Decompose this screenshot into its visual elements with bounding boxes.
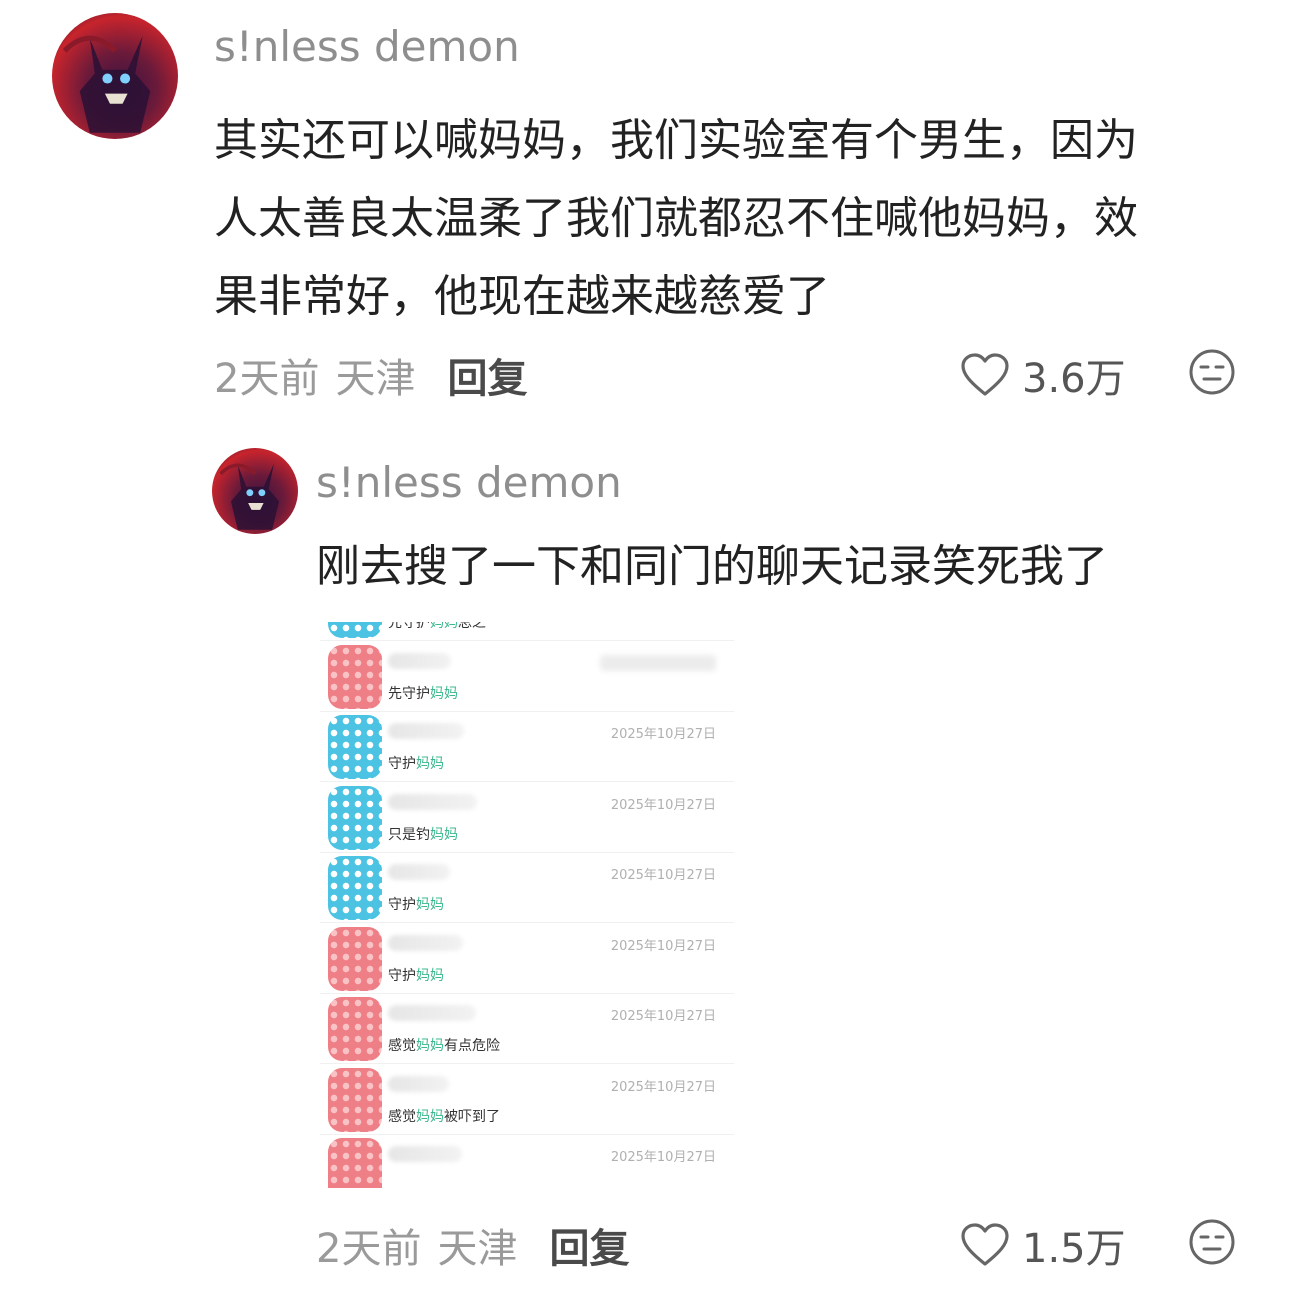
chat-message: 守护妈妈 [388, 753, 444, 773]
chat-message-keyword: 妈妈 [430, 826, 458, 843]
attached-image[interactable]: 先守护妈妈总之 先守护妈妈 守护妈妈 2025年10月27日 只是钓妈妈 2025年10月… [320, 622, 734, 1188]
chat-message: 守护妈妈 [388, 965, 444, 985]
chat-message-keyword: 妈妈 [416, 967, 444, 984]
chat-row: 守护妈妈 2025年10月27日 [320, 711, 734, 782]
comment-text-line: 其实还可以喊妈妈，我们实验室有个男生，因为 [214, 115, 1138, 166]
heart-outline-icon [961, 1223, 1009, 1266]
chat-message-text: 总之 [458, 622, 486, 631]
chat-avatar-blurred [328, 926, 382, 991]
chat-message: 先守护妈妈总之 [388, 622, 486, 632]
chat-row: 2025年10月27日 [320, 1134, 734, 1188]
like-button[interactable]: 3.6万 [960, 346, 1126, 404]
like-count: 1.5万 [1022, 1226, 1126, 1272]
chat-date: 2025年10月27日 [610, 868, 716, 883]
comment-time: 2天前 [316, 1226, 422, 1272]
chat-date: 2025年10月27日 [610, 1150, 716, 1165]
chat-avatar-blurred [328, 997, 382, 1061]
chat-name-blurred [388, 1005, 476, 1021]
chat-message-text: 只是钓 [388, 826, 430, 843]
chat-avatar-blurred [328, 622, 382, 638]
chat-message: 先守护妈妈 [388, 683, 458, 703]
chat-avatar-blurred [328, 785, 382, 850]
chat-message-text: 先守护 [388, 685, 430, 702]
like-count: 3.6万 [1022, 356, 1126, 402]
chat-message-text: 感觉 [388, 1038, 416, 1054]
comment-username[interactable]: s!nless demon [316, 458, 622, 507]
like-button[interactable]: 1.5万 [960, 1216, 1126, 1274]
chat-date-blurred [600, 654, 716, 671]
demon-avatar-icon [219, 463, 280, 530]
chat-row: 只是钓妈妈 2025年10月27日 [320, 782, 734, 853]
chat-date: 2025年10月27日 [610, 1009, 716, 1024]
chat-date: 2025年10月27日 [610, 727, 716, 742]
chat-name-blurred [388, 1075, 449, 1092]
chat-row: 感觉妈妈有点危险 2025年10月27日 [320, 993, 734, 1064]
chat-name-blurred [388, 652, 451, 669]
comment-text: 其实还可以喊妈妈，我们实验室有个男生，因为 人太善良太温柔了我们就都忍不住喊他妈… [214, 102, 1138, 336]
chat-name-blurred [388, 864, 450, 880]
chat-name-blurred [388, 1146, 462, 1162]
comment-text: 刚去搜了一下和同门的聊天记录笑死我了 [316, 541, 1108, 592]
neutral-face-icon[interactable] [1188, 348, 1236, 396]
user-avatar[interactable] [52, 13, 178, 139]
chat-date: 2025年10月27日 [610, 1079, 716, 1095]
chat-avatar-blurred [328, 1067, 382, 1132]
comment-meta: 2天前 天津 回复 [214, 346, 527, 404]
chat-message-text: 感觉 [388, 1108, 416, 1125]
chat-message-text: 有点危险 [444, 1038, 500, 1054]
chat-name-blurred [388, 723, 464, 739]
chat-row: 先守护妈妈总之 [320, 622, 734, 641]
chat-avatar-blurred [328, 1138, 382, 1188]
chat-message: 感觉妈妈被吓到了 [388, 1106, 500, 1126]
chat-date: 2025年10月27日 [610, 797, 716, 813]
chat-message-keyword: 妈妈 [430, 685, 458, 702]
reply-button[interactable]: 回复 [447, 346, 527, 404]
comment-meta: 2天前 天津 回复 [316, 1216, 629, 1274]
demon-avatar-icon [62, 35, 151, 133]
chat-name-blurred [388, 793, 477, 810]
chat-message: 感觉妈妈有点危险 [388, 1035, 500, 1055]
chat-avatar-blurred [328, 644, 382, 709]
chat-message-text: 守护 [388, 756, 416, 772]
neutral-face-icon[interactable] [1188, 1218, 1236, 1266]
comment-time: 2天前 [214, 356, 320, 402]
reply-button[interactable]: 回复 [549, 1216, 629, 1274]
chat-row: 先守护妈妈 [320, 641, 734, 712]
chat-row: 守护妈妈 2025年10月27日 [320, 923, 734, 994]
chat-row: 守护妈妈 2025年10月27日 [320, 852, 734, 923]
comment-location: 天津 [335, 356, 416, 402]
chat-message-keyword: 妈妈 [430, 622, 458, 631]
user-avatar[interactable] [212, 448, 298, 534]
chat-name-blurred [388, 934, 463, 951]
comment-text-line: 人太善良太温柔了我们就都忍不住喊他妈妈，效 [214, 193, 1138, 244]
comment-text-line: 果非常好，他现在越来越慈爱了 [214, 271, 830, 322]
chat-message-keyword: 妈妈 [416, 1108, 444, 1125]
chat-avatar-blurred [328, 715, 382, 779]
chat-message-keyword: 妈妈 [416, 1038, 444, 1054]
comment-username[interactable]: s!nless demon [214, 22, 520, 71]
chat-message: 只是钓妈妈 [388, 824, 458, 844]
chat-message-text: 先守护 [388, 622, 430, 631]
chat-message-text: 守护 [388, 897, 416, 913]
chat-message-keyword: 妈妈 [416, 756, 444, 772]
chat-row: 感觉妈妈被吓到了 2025年10月27日 [320, 1064, 734, 1135]
comment-thread: s!nless demon 其实还可以喊妈妈，我们实验室有个男生，因为 人太善良… [0, 0, 1310, 1308]
chat-message: 守护妈妈 [388, 894, 444, 914]
comment-location: 天津 [437, 1226, 518, 1272]
chat-date: 2025年10月27日 [610, 938, 716, 954]
chat-avatar-blurred [328, 856, 382, 920]
heart-outline-icon [961, 353, 1009, 396]
chat-message-keyword: 妈妈 [416, 897, 444, 913]
chat-message-text: 守护 [388, 967, 416, 984]
chat-message-text: 被吓到了 [444, 1108, 500, 1125]
